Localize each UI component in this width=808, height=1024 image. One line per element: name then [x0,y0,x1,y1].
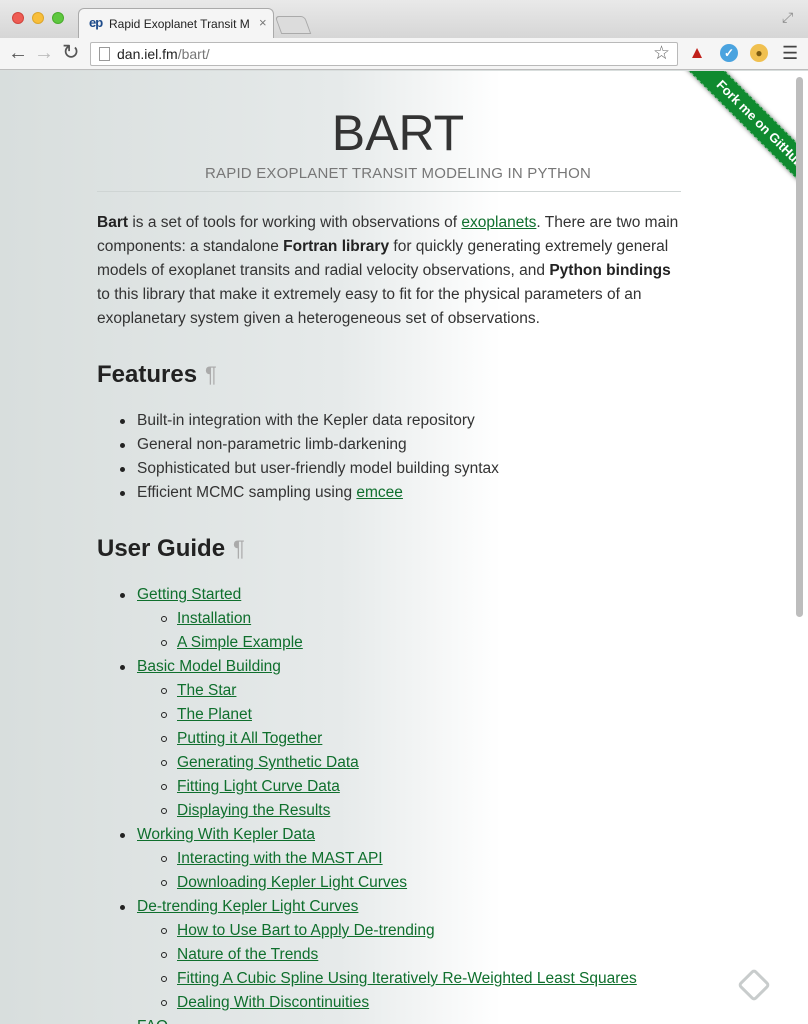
browser-tab-active[interactable]: ep Rapid Exoplanet Transit M × [78,8,274,38]
intro-paragraph: Bart is a set of tools for working with … [97,211,687,331]
features-list: Built-in integration with the Kepler dat… [120,409,499,505]
guide-link[interactable]: Getting Started [137,586,241,603]
guide-subsection-item: Nature of the Trends [137,943,637,967]
guide-subsection-item: Displaying the Results [137,799,637,823]
guide-subsection-item: Installation [137,607,637,631]
url-host: dan.iel.fm [117,46,178,62]
hamburger-menu-icon[interactable]: ☰ [782,42,798,64]
bookmark-star-icon[interactable]: ☆ [653,43,670,65]
guide-subsection-item: Fitting Light Curve Data [137,775,637,799]
extension-check-icon[interactable]: ✓ [720,44,738,62]
feature-text: General non-parametric limb-darkening [137,436,407,453]
forward-arrow-icon[interactable]: → [34,42,54,64]
feature-text: Built-in integration with the Kepler dat… [137,412,475,429]
guide-section-item: De-trending Kepler Light Curves [120,895,637,919]
intro-text: is a set of tools for working with obser… [128,214,462,231]
intro-bold-bart: Bart [97,214,129,231]
guide-link[interactable]: Dealing With Discontinuities [177,994,369,1011]
address-bar[interactable]: dan.iel.fm/bart/ ☆ [90,42,678,66]
page-subtitle: RAPID EXOPLANET TRANSIT MODELING IN PYTH… [205,165,591,182]
page-icon [99,47,110,61]
intro-text: to this library that make it extremely e… [97,286,642,327]
back-arrow-icon[interactable]: ← [8,42,28,64]
guide-link[interactable]: Putting it All Together [177,730,322,747]
scrollbar[interactable] [796,77,803,617]
features-heading: Features ¶ [97,360,217,390]
window-minimize-button[interactable] [32,12,44,24]
page-title: BART [331,105,465,161]
guide-subsection-item: The Planet [137,703,637,727]
guide-link[interactable]: Fitting A Cubic Spline Using Iteratively… [177,970,637,987]
guide-link[interactable]: De-trending Kepler Light Curves [137,898,358,915]
guide-subsection-item: A Simple Example [137,631,637,655]
window-zoom-button[interactable] [52,12,64,24]
browser-tab-bar: ep Rapid Exoplanet Transit M × ⤢ [0,0,808,38]
guide-subsection-item: Downloading Kepler Light Curves [137,871,637,895]
feature-text: Sophisticated but user-friendly model bu… [137,460,499,477]
features-heading-text: Features [97,361,198,388]
pilcrow-link-icon[interactable]: ¶ [233,536,245,561]
guide-subsection-item: Interacting with the MAST API [137,847,637,871]
fullscreen-icon[interactable]: ⤢ [782,9,793,26]
new-tab-button[interactable] [274,16,312,34]
tab-title: Rapid Exoplanet Transit M [109,17,250,31]
guide-link[interactable]: The Star [177,682,236,699]
list-item: Built-in integration with the Kepler dat… [120,409,499,433]
guide-subsection-item: How to Use Bart to Apply De-trending [137,919,637,943]
pilcrow-link-icon[interactable]: ¶ [205,362,217,387]
window-close-button[interactable] [12,12,24,24]
guide-link[interactable]: Installation [177,610,251,627]
guide-link[interactable]: Basic Model Building [137,658,281,675]
extension-sofa-icon[interactable]: ▲ [688,44,706,62]
guide-link[interactable]: FAQ [137,1018,168,1024]
guide-subsection-item: Putting it All Together [137,727,637,751]
guide-link[interactable]: Generating Synthetic Data [177,754,359,771]
list-item: Sophisticated but user-friendly model bu… [120,457,499,481]
exoplanets-link[interactable]: exoplanets [461,214,536,231]
guide-section-item: Getting Started [120,583,637,607]
site-favicon-icon: ep [89,15,103,30]
user-guide-heading: User Guide ¶ [97,534,245,564]
url-text[interactable]: dan.iel.fm/bart/ [117,46,210,63]
feature-text: Efficient MCMC sampling using [137,484,357,501]
url-path: /bart/ [177,46,210,62]
guide-link[interactable]: Working With Kepler Data [137,826,315,843]
guide-subsection-item: The Star [137,679,637,703]
guide-subsection-item: Dealing With Discontinuities [137,991,637,1015]
intro-bold-python: Python bindings [549,262,671,279]
intro-bold-fortran: Fortran library [283,238,390,255]
browser-toolbar: ← → ↻ dan.iel.fm/bart/ ☆ ▲ ✓ ● ☰ [0,38,808,70]
guide-link[interactable]: Interacting with the MAST API [177,850,383,867]
guide-link[interactable]: Nature of the Trends [177,946,318,963]
guide-link[interactable]: Displaying the Results [177,802,330,819]
tab-close-icon[interactable]: × [259,16,267,30]
guide-link[interactable]: A Simple Example [177,634,303,651]
guide-section-item: Basic Model Building [120,655,637,679]
page-viewport: Fork me on GitHub BART RAPID EXOPLANET T… [0,71,808,1024]
user-guide-heading-text: User Guide [97,535,226,562]
reload-icon[interactable]: ↻ [62,42,80,64]
list-item: General non-parametric limb-darkening [120,433,499,457]
title-divider [97,191,681,192]
emcee-link[interactable]: emcee [356,484,403,501]
list-item: Efficient MCMC sampling using emcee [120,481,499,505]
guide-link[interactable]: Downloading Kepler Light Curves [177,874,407,891]
guide-section-item: Working With Kepler Data [120,823,637,847]
guide-section-item: FAQ [137,1015,637,1024]
guide-subsection-item: Fitting A Cubic Spline Using Iteratively… [137,967,637,991]
guide-link[interactable]: Fitting Light Curve Data [177,778,340,795]
guide-link[interactable]: How to Use Bart to Apply De-trending [177,922,435,939]
guide-subsection-item: Generating Synthetic Data [137,751,637,775]
guide-link[interactable]: The Planet [177,706,252,723]
user-guide-list: Getting Started Installation A Simple Exam… [120,583,637,1024]
extension-cookie-icon[interactable]: ● [750,44,768,62]
feedly-icon[interactable] [737,968,771,1002]
